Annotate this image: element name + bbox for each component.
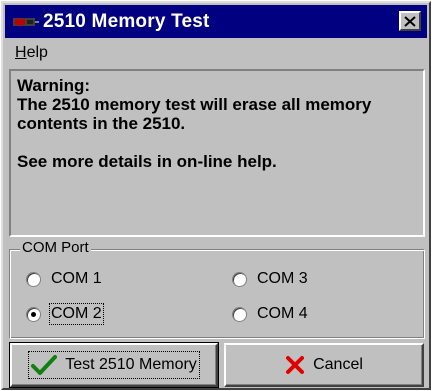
app-icon[interactable] <box>13 16 39 28</box>
window-title: 2510 Memory Test <box>43 11 210 32</box>
radio-label-com-3: COM 3 <box>257 270 308 287</box>
radio-com-1[interactable]: COM 1 <box>26 270 102 288</box>
test-memory-button[interactable]: Test 2510 Memory <box>9 342 219 388</box>
com-port-group: COM Port COM 1 COM 2 COM 3 COM 4 <box>9 239 425 339</box>
close-button[interactable] <box>399 11 421 31</box>
menu-bar: Help <box>5 40 427 66</box>
warning-spacer <box>17 133 417 152</box>
test-memory-button-content: Test 2510 Memory <box>28 351 200 379</box>
checkmark-icon <box>31 354 58 376</box>
dialog-window: 2510 Memory Test Help Warning: The 2510 m… <box>1 1 431 390</box>
menu-help[interactable]: Help <box>15 44 48 62</box>
radio-circle-com-1 <box>26 271 41 287</box>
warning-heading: Warning: <box>17 76 91 95</box>
com-port-label: COM Port <box>20 239 91 257</box>
cancel-label: Cancel <box>313 356 363 373</box>
radio-label-com-4: COM 4 <box>257 305 308 322</box>
menu-help-rest: elp <box>26 44 48 61</box>
title-bar[interactable]: 2510 Memory Test <box>5 5 427 38</box>
radio-circle-com-3 <box>232 271 247 287</box>
radio-label-com-1: COM 1 <box>51 270 102 287</box>
warning-message: The 2510 memory test will erase all memo… <box>17 95 377 133</box>
test-memory-label: Test 2510 Memory <box>65 356 197 373</box>
warning-help-hint: See more details in on-line help. <box>17 152 277 171</box>
x-icon <box>285 355 305 375</box>
menu-help-accel: H <box>15 44 27 61</box>
close-icon <box>404 15 416 27</box>
radio-circle-com-4 <box>232 306 247 322</box>
cancel-button[interactable]: Cancel <box>224 343 424 387</box>
radio-circle-com-2 <box>26 306 41 322</box>
warning-text-panel: Warning: The 2510 memory test will erase … <box>9 69 425 237</box>
cancel-button-content: Cancel <box>285 355 363 375</box>
radio-label-com-2: COM 2 <box>49 303 104 325</box>
radio-com-3[interactable]: COM 3 <box>232 270 308 288</box>
radio-com-4[interactable]: COM 4 <box>232 305 308 323</box>
radio-com-2[interactable]: COM 2 <box>26 303 104 325</box>
